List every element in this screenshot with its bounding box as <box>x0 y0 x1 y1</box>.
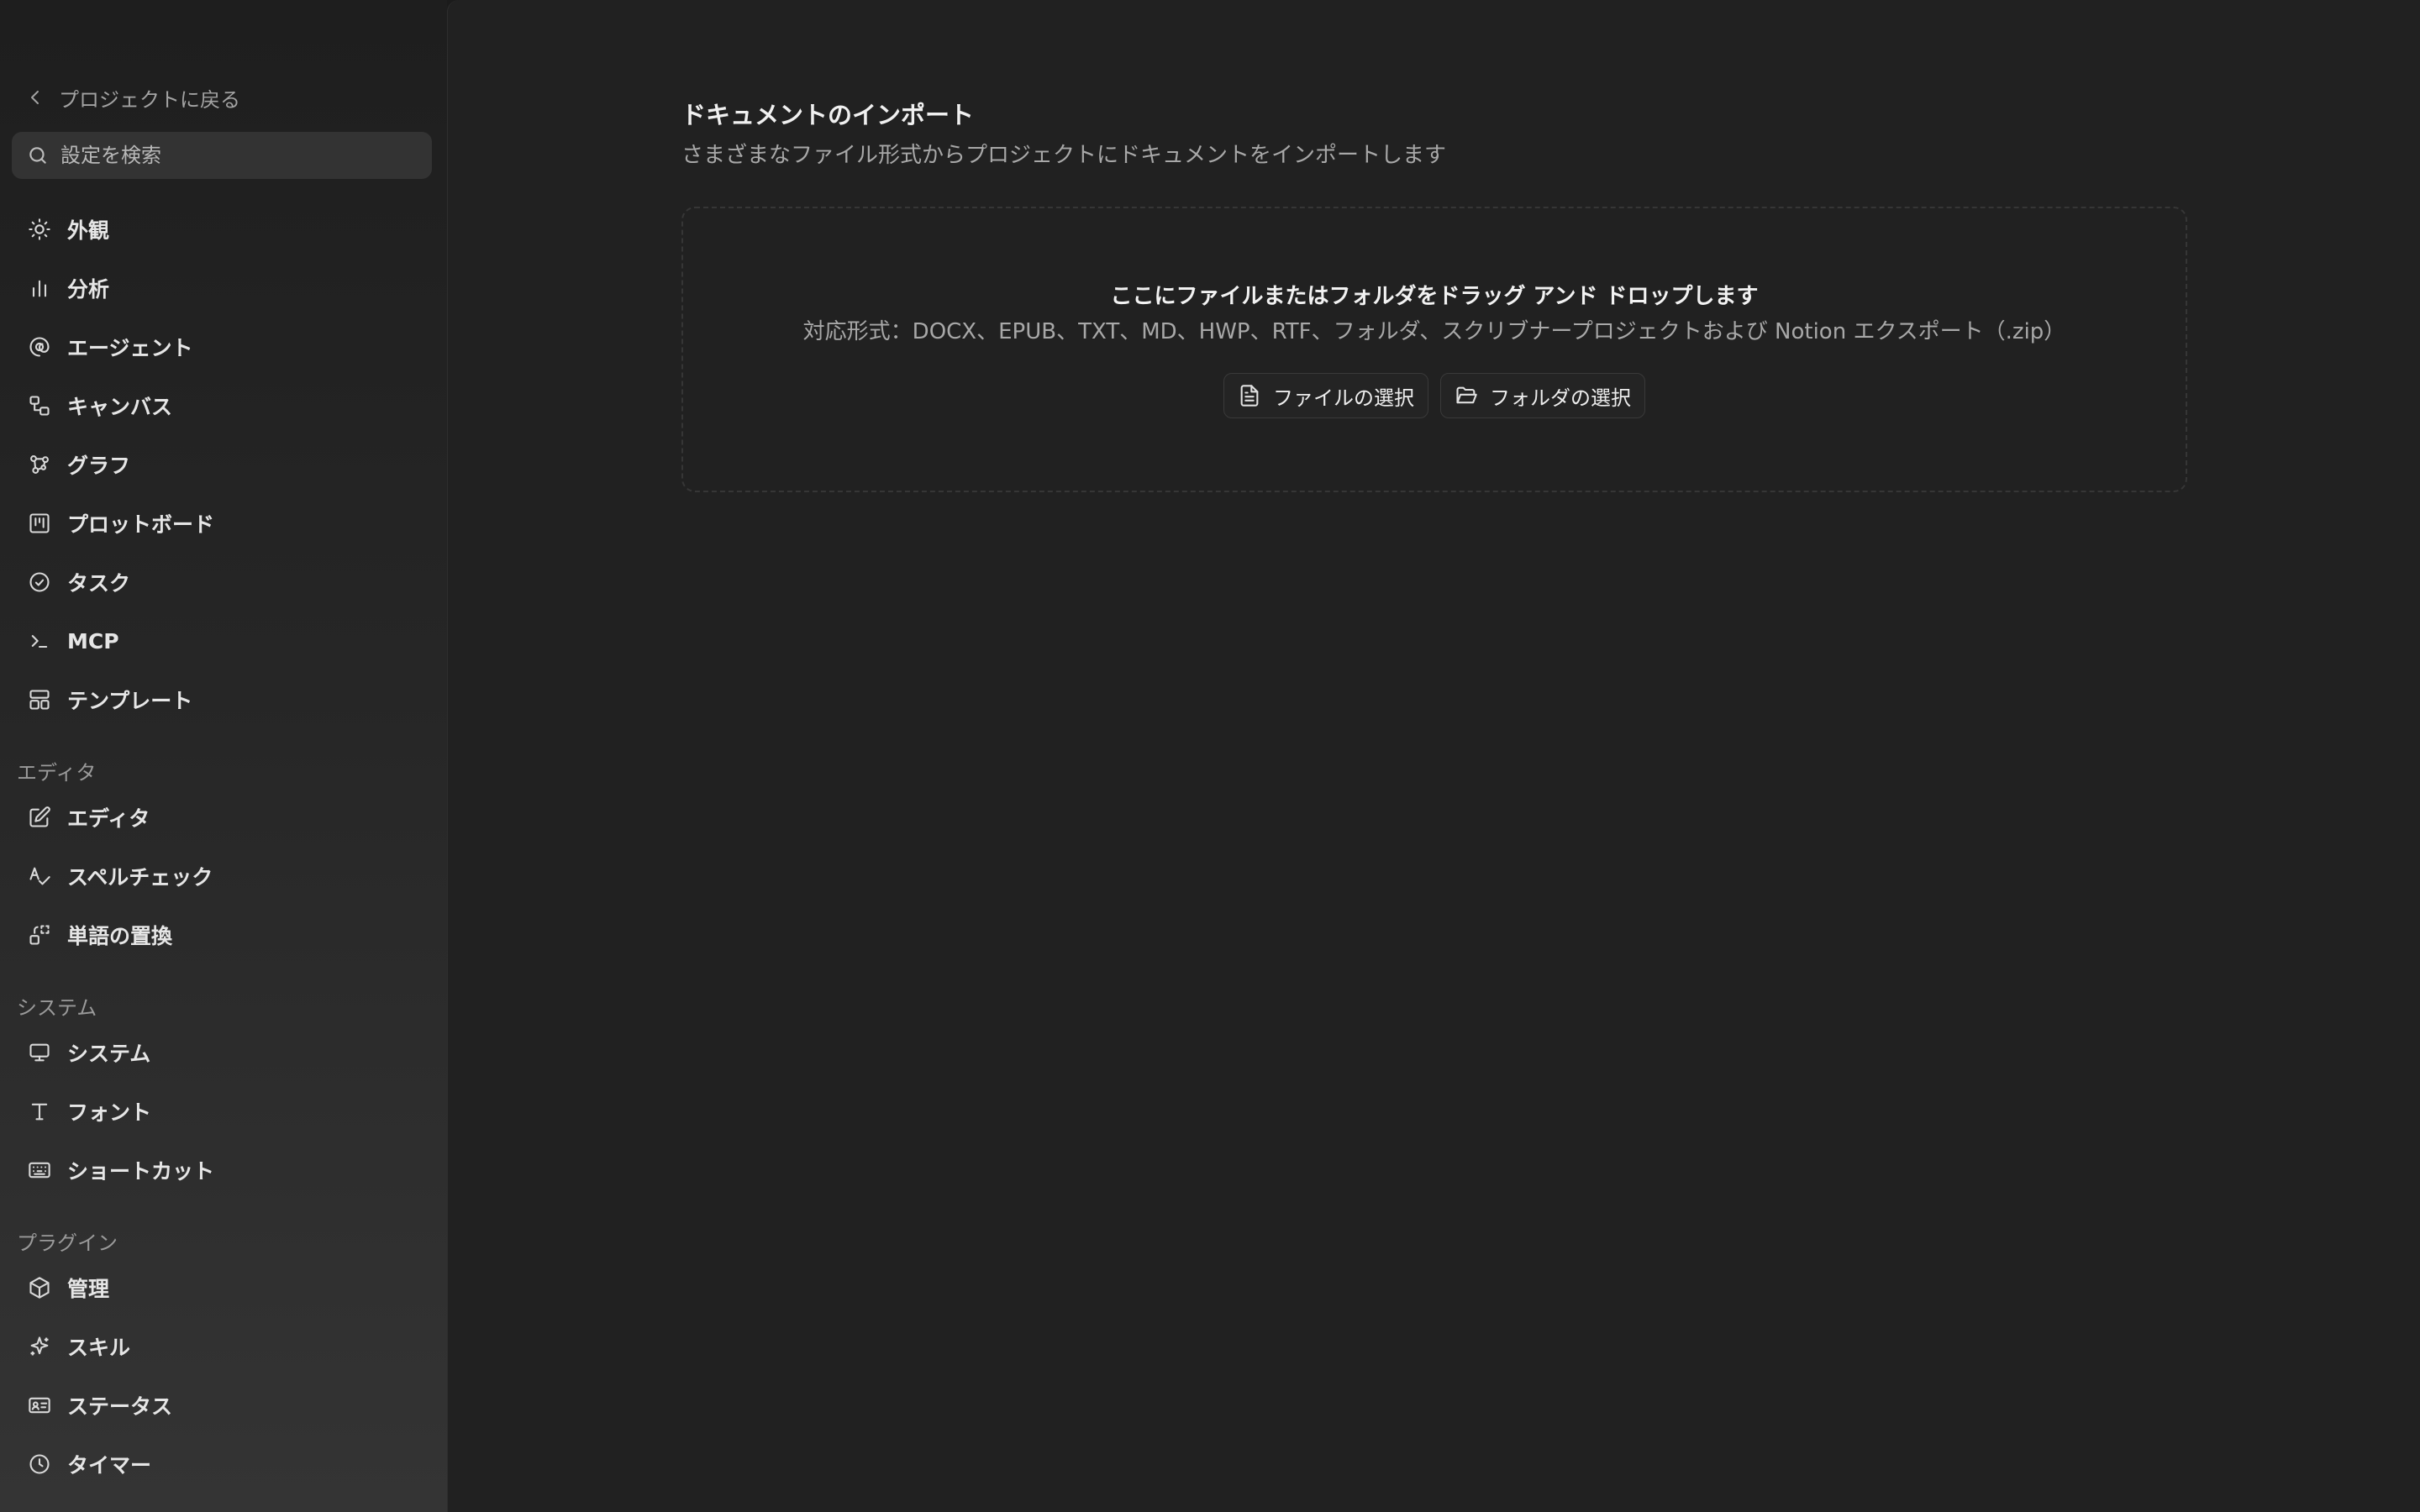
sidebar-item-canvas[interactable]: キャンバス <box>12 381 432 430</box>
graph-icon <box>27 452 52 477</box>
check-circle-icon <box>27 570 52 595</box>
sidebar-item-editor[interactable]: エディタ <box>12 793 432 842</box>
sidebar-item-label: スキル <box>67 1336 131 1360</box>
select-file-button[interactable]: ファイルの選択 <box>1223 373 1428 418</box>
canvas-icon <box>27 393 52 418</box>
sidebar-item-timer[interactable]: タイマー <box>12 1440 432 1488</box>
sidebar-item-label: グラフ <box>67 454 131 478</box>
back-to-project-link[interactable]: プロジェクトに戻る <box>25 82 240 113</box>
settings-sidebar: プロジェクトに戻る 外観 分析 エージェント キャンバス グラフ プロットボード… <box>0 0 447 1512</box>
dropzone-supported-formats: 対応形式：DOCX、EPUB、TXT、MD、HWP、RTF、フォルダ、スクリブナ… <box>802 319 2066 344</box>
sidebar-item-shortcuts[interactable]: ショートカット <box>12 1146 432 1194</box>
monitor-icon <box>27 1040 52 1065</box>
sidebar-item-tasks[interactable]: タスク <box>12 558 432 606</box>
sidebar-item-label: エディタ <box>67 806 150 831</box>
sidebar-item-spell-check[interactable]: スペルチェック <box>12 852 432 900</box>
replace-icon <box>27 922 52 948</box>
type-icon <box>27 1099 52 1124</box>
settings-search[interactable] <box>12 132 432 179</box>
page-title: ドキュメントのインポート <box>681 101 975 129</box>
keyboard-icon <box>27 1158 52 1183</box>
select-folder-button[interactable]: フォルダの選択 <box>1440 373 1645 418</box>
spiral-icon <box>27 334 52 360</box>
sidebar-item-label: タイマー <box>67 1453 152 1478</box>
sidebar-item-label: テンプレート <box>67 689 193 713</box>
sidebar-item-label: エージェント <box>67 336 193 360</box>
sidebar-item-label: 単語の置換 <box>67 924 173 948</box>
section-title-system: システム <box>17 996 97 1020</box>
sidebar-item-status[interactable]: ステータス <box>12 1381 432 1430</box>
sidebar-item-mcp[interactable]: MCP <box>12 617 432 665</box>
sidebar-item-label: ステータス <box>67 1394 173 1419</box>
sidebar-item-manage[interactable]: 管理 <box>12 1263 432 1312</box>
sidebar-item-label: タスク <box>67 571 131 596</box>
sidebar-item-label: 外観 <box>67 218 110 243</box>
dropzone-actions: ファイルの選択 フォルダの選択 <box>683 373 2186 418</box>
edit-icon <box>27 805 52 830</box>
template-icon <box>27 687 52 712</box>
sidebar-item-agent[interactable]: エージェント <box>12 323 432 371</box>
section-title-editor: エディタ <box>17 761 97 785</box>
sparkle-icon <box>27 1334 52 1359</box>
terminal-icon <box>27 628 52 654</box>
sidebar-item-label: キャンバス <box>67 395 173 419</box>
clock-icon <box>27 1452 52 1477</box>
back-link-label: プロジェクトに戻る <box>59 87 240 112</box>
sidebar-item-skills[interactable]: スキル <box>12 1322 432 1371</box>
sidebar-item-fonts[interactable]: フォント <box>12 1087 432 1136</box>
select-folder-label: フォルダの選択 <box>1490 386 1631 410</box>
sidebar-item-appearance[interactable]: 外観 <box>12 205 432 254</box>
sidebar-item-label: システム <box>67 1042 151 1066</box>
sidebar-item-label: スペルチェック <box>67 865 213 890</box>
file-icon <box>1240 385 1259 407</box>
sidebar-item-label: MCP <box>67 628 119 654</box>
search-icon <box>29 147 46 164</box>
settings-search-input[interactable] <box>59 143 415 168</box>
id-card-icon <box>27 1393 52 1418</box>
select-file-label: ファイルの選択 <box>1273 386 1414 410</box>
import-dropzone[interactable]: ここにファイルまたはフォルダをドラッグ アンド ドロップします 対応形式：DOC… <box>681 207 2187 492</box>
section-title-plugins: プラグイン <box>17 1231 118 1255</box>
sidebar-item-label: 管理 <box>67 1277 110 1301</box>
sidebar-item-label: フォント <box>67 1100 152 1125</box>
sidebar-item-templates[interactable]: テンプレート <box>12 675 432 724</box>
page-subtitle: さまざまなファイル形式からプロジェクトにドキュメントをインポートします <box>681 143 1447 168</box>
sidebar-item-graph[interactable]: グラフ <box>12 440 432 489</box>
sun-icon <box>27 217 52 242</box>
chevron-left-icon <box>31 91 39 104</box>
sidebar-item-analytics[interactable]: 分析 <box>12 264 432 312</box>
bar-chart-icon <box>27 276 52 301</box>
package-icon <box>27 1275 52 1300</box>
kanban-icon <box>27 511 52 536</box>
sidebar-item-label: プロットボード <box>67 512 215 537</box>
sidebar-item-label: ショートカット <box>67 1159 215 1184</box>
folder-open-icon <box>1456 386 1477 404</box>
dropzone-title: ここにファイルまたはフォルダをドラッグ アンド ドロップします <box>1110 284 1759 309</box>
spell-check-icon <box>27 864 52 889</box>
sidebar-item-system[interactable]: システム <box>12 1028 432 1077</box>
settings-content: ドキュメントのインポート さまざまなファイル形式からプロジェクトにドキュメントを… <box>447 0 2420 1512</box>
sidebar-item-word-replace[interactable]: 単語の置換 <box>12 911 432 959</box>
sidebar-item-plotboard[interactable]: プロットボード <box>12 499 432 548</box>
sidebar-item-label: 分析 <box>67 277 110 302</box>
